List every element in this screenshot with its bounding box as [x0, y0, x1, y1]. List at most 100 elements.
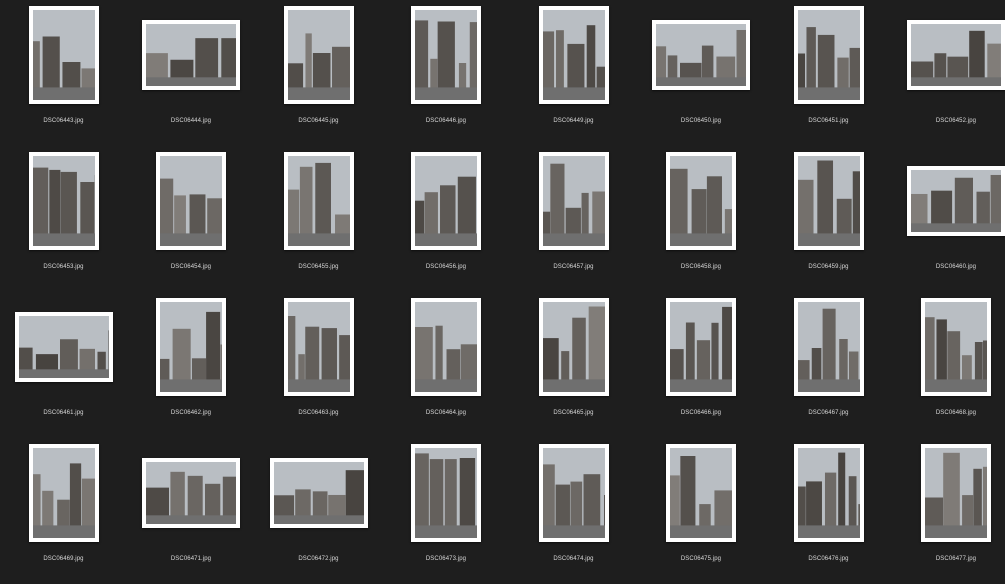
filename-label: DSC06471.jpg [170, 556, 212, 562]
thumbnail-item[interactable]: DSC06445.jpg [255, 0, 382, 140]
filename-label: DSC06472.jpg [298, 556, 339, 562]
photo-image [542, 302, 605, 392]
thumbnail-item[interactable]: DSC06467.jpg [765, 292, 892, 432]
filename-label: DSC06477.jpg [935, 556, 977, 562]
photo-image [287, 156, 350, 246]
photo-image [911, 170, 1001, 232]
filename-label: DSC06455.jpg [298, 264, 339, 270]
thumbnail-item[interactable]: DSC06457.jpg [510, 146, 637, 286]
thumbnail-item[interactable]: DSC06459.jpg [765, 146, 892, 286]
photo-thumbnail[interactable] [28, 6, 99, 104]
filename-label: DSC06458.jpg [680, 264, 722, 270]
filename-label: DSC06459.jpg [808, 264, 849, 270]
photo-thumbnail[interactable] [538, 152, 609, 250]
photo-thumbnail[interactable] [538, 298, 609, 396]
photo-image [18, 316, 109, 378]
thumbnail-item[interactable]: DSC06454.jpg [128, 146, 255, 286]
photo-thumbnail[interactable] [411, 152, 481, 250]
photo-thumbnail[interactable] [666, 298, 736, 396]
filename-label: DSC06449.jpg [553, 118, 594, 124]
thumbnail-item[interactable]: DSC06453.jpg [0, 146, 127, 286]
photo-image [797, 302, 860, 392]
photo-thumbnail[interactable] [28, 444, 99, 542]
photo-thumbnail[interactable] [666, 152, 736, 250]
photo-thumbnail[interactable] [142, 458, 240, 528]
photo-thumbnail[interactable] [907, 166, 1005, 236]
photo-image [160, 302, 222, 392]
thumbnail-item[interactable]: DSC06465.jpg [510, 292, 637, 432]
photo-thumbnail[interactable] [538, 6, 609, 104]
photo-thumbnail[interactable] [28, 152, 99, 250]
thumbnail-item[interactable]: DSC06472.jpg [255, 438, 382, 578]
photo-thumbnail[interactable] [921, 298, 991, 396]
photo-image [415, 302, 477, 392]
thumbnail-item[interactable]: DSC06443.jpg [0, 0, 127, 140]
thumbnail-item[interactable]: DSC06469.jpg [0, 438, 127, 578]
thumbnail-item[interactable]: DSC06456.jpg [383, 146, 510, 286]
thumbnail-item[interactable]: DSC06462.jpg [128, 292, 255, 432]
photo-image [146, 24, 236, 86]
thumbnail-item[interactable]: DSC06468.jpg [893, 292, 1005, 432]
filename-label: DSC06444.jpg [170, 118, 212, 124]
thumbnail-item[interactable]: DSC06477.jpg [893, 438, 1005, 578]
photo-image [656, 24, 746, 86]
thumbnail-item[interactable]: DSC06464.jpg [383, 292, 510, 432]
photo-thumbnail[interactable] [793, 6, 864, 104]
photo-thumbnail[interactable] [142, 20, 240, 90]
thumbnail-item[interactable]: DSC06449.jpg [510, 0, 637, 140]
filename-label: DSC06443.jpg [43, 118, 84, 124]
photo-thumbnail[interactable] [907, 20, 1005, 90]
thumbnail-item[interactable]: DSC06458.jpg [638, 146, 765, 286]
photo-thumbnail[interactable] [921, 444, 991, 542]
photo-thumbnail[interactable] [269, 458, 368, 528]
photo-image [415, 10, 477, 100]
photo-image [415, 156, 477, 246]
filename-label: DSC06476.jpg [808, 556, 849, 562]
thumbnail-item[interactable]: DSC06452.jpg [893, 0, 1005, 140]
photo-thumbnail[interactable] [652, 20, 750, 90]
photo-image [925, 448, 987, 538]
thumbnail-item[interactable]: DSC06473.jpg [383, 438, 510, 578]
thumbnail-item[interactable]: DSC06476.jpg [765, 438, 892, 578]
photo-thumbnail[interactable] [283, 152, 354, 250]
photo-image [670, 448, 732, 538]
filename-label: DSC06475.jpg [680, 556, 722, 562]
photo-thumbnail[interactable] [793, 298, 864, 396]
filename-label: DSC06468.jpg [935, 410, 977, 416]
photo-thumbnail[interactable] [793, 444, 864, 542]
filename-label: DSC06462.jpg [170, 410, 212, 416]
photo-thumbnail[interactable] [411, 444, 481, 542]
thumbnail-item[interactable]: DSC06451.jpg [765, 0, 892, 140]
filename-label: DSC06466.jpg [680, 410, 722, 416]
thumbnail-item[interactable]: DSC06463.jpg [255, 292, 382, 432]
photo-thumbnail[interactable] [156, 152, 226, 250]
filename-label: DSC06450.jpg [680, 118, 722, 124]
thumbnail-item[interactable]: DSC06475.jpg [638, 438, 765, 578]
thumbnail-item[interactable]: DSC06466.jpg [638, 292, 765, 432]
thumbnail-item[interactable]: DSC06474.jpg [510, 438, 637, 578]
photo-thumbnail[interactable] [411, 298, 481, 396]
photo-image [32, 156, 95, 246]
thumbnail-item[interactable]: DSC06460.jpg [893, 146, 1005, 286]
photo-image [415, 448, 477, 538]
photo-thumbnail[interactable] [283, 6, 354, 104]
photo-image [670, 156, 732, 246]
thumbnail-item[interactable]: DSC06471.jpg [128, 438, 255, 578]
thumbnail-item[interactable]: DSC06455.jpg [255, 146, 382, 286]
thumbnail-item[interactable]: DSC06446.jpg [383, 0, 510, 140]
filename-label: DSC06454.jpg [170, 264, 212, 270]
photo-thumbnail[interactable] [793, 152, 864, 250]
thumbnail-item[interactable]: DSC06444.jpg [128, 0, 255, 140]
photo-thumbnail[interactable] [14, 312, 113, 382]
filename-label: DSC06456.jpg [425, 264, 467, 270]
thumbnail-item[interactable]: DSC06450.jpg [638, 0, 765, 140]
photo-image [797, 448, 860, 538]
thumbnail-item[interactable]: DSC06461.jpg [0, 292, 127, 432]
filename-label: DSC06469.jpg [43, 556, 84, 562]
photo-image [542, 156, 605, 246]
photo-thumbnail[interactable] [156, 298, 226, 396]
photo-thumbnail[interactable] [411, 6, 481, 104]
photo-thumbnail[interactable] [283, 298, 354, 396]
photo-thumbnail[interactable] [666, 444, 736, 542]
photo-thumbnail[interactable] [538, 444, 609, 542]
